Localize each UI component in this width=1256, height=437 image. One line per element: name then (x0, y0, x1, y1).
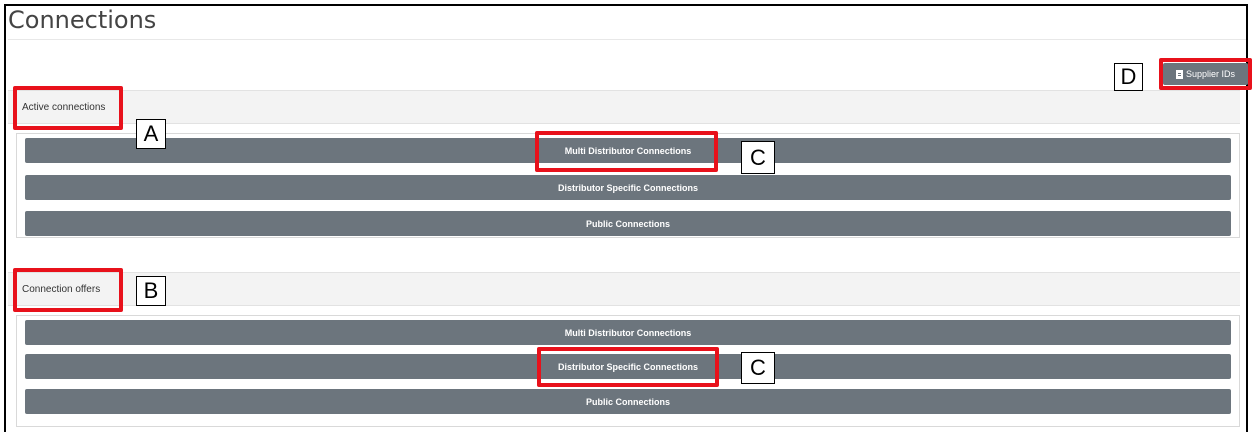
title-divider (8, 39, 1246, 40)
annotation-label-c: C (741, 352, 775, 384)
public-connections-button[interactable]: Public Connections (25, 389, 1231, 414)
annotation-label-a: A (136, 119, 166, 149)
section-header: Connection offers (8, 272, 1240, 306)
public-connections-button[interactable]: Public Connections (25, 211, 1231, 236)
page-title: Connections (8, 6, 157, 34)
annotation-label-b: B (136, 276, 166, 306)
annotation-label-c: C (741, 141, 775, 174)
highlight-supplier-ids (1159, 58, 1252, 90)
distributor-specific-connections-button[interactable]: Distributor Specific Connections (25, 175, 1231, 200)
highlight-active-connections (13, 86, 123, 130)
highlight-connection-offers (13, 268, 123, 312)
annotation-label-d: D (1114, 63, 1143, 91)
section-header: Active connections (8, 90, 1240, 124)
multi-distributor-connections-button[interactable]: Multi Distributor Connections (25, 320, 1231, 345)
highlight-distributor-specific (537, 347, 719, 387)
highlight-multi-distributor (535, 131, 718, 172)
